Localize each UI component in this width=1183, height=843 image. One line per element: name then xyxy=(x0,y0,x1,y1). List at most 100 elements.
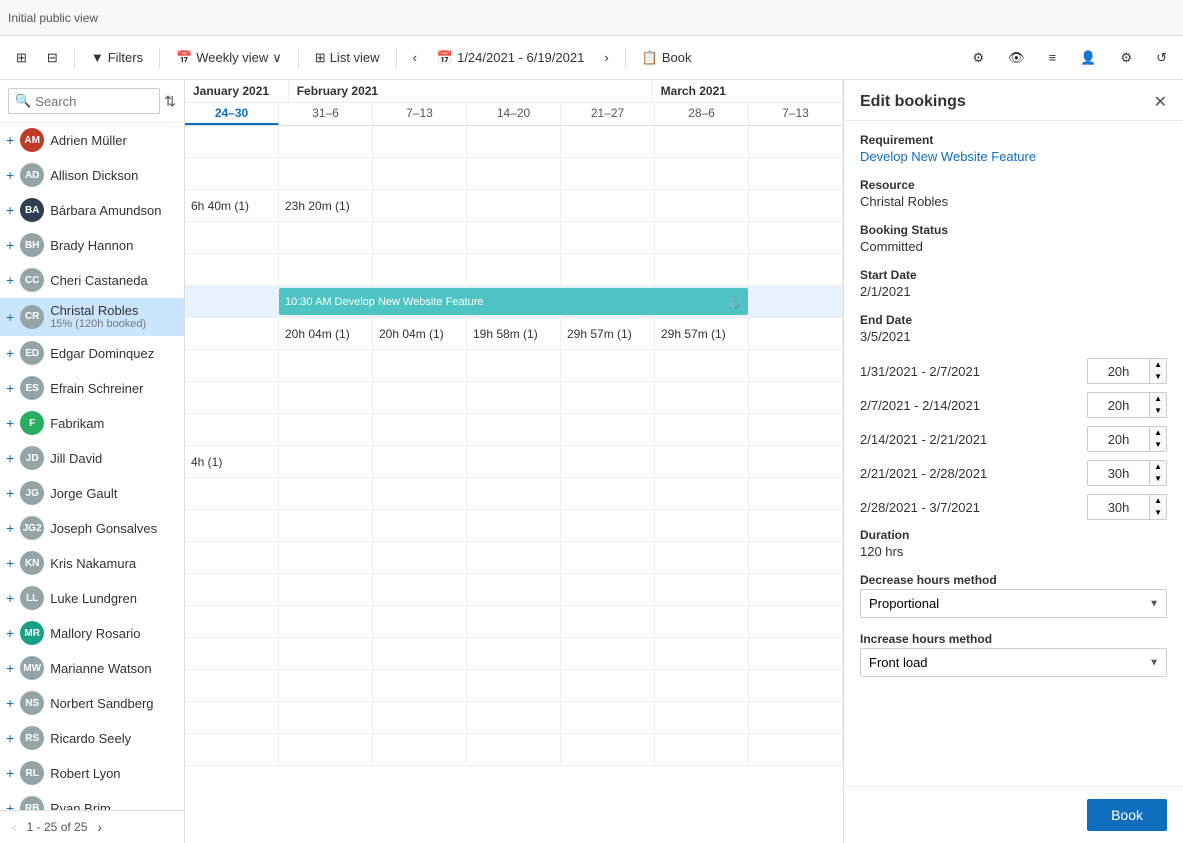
hours-spinner[interactable]: 20h▲▼ xyxy=(1087,392,1167,418)
expand-row-icon[interactable]: + xyxy=(6,765,14,781)
next-date-btn[interactable]: › xyxy=(596,46,616,69)
expand-row-icon[interactable]: + xyxy=(6,555,14,571)
resource-item[interactable]: +KNKris Nakamura xyxy=(0,546,184,581)
decrease-method-select[interactable]: Proportional Front load Back load xyxy=(860,589,1167,618)
expand-row-icon[interactable]: + xyxy=(6,132,14,148)
prev-date-btn[interactable]: ‹ xyxy=(405,46,425,69)
resource-item[interactable]: +RLRobert Lyon xyxy=(0,756,184,791)
expand-row-icon[interactable]: + xyxy=(6,237,14,253)
cal-cell xyxy=(749,382,843,413)
table-row: 20h 04m (1)20h 04m (1)19h 58m (1)29h 57m… xyxy=(185,318,843,350)
hours-spinner[interactable]: 30h▲▼ xyxy=(1087,460,1167,486)
cal-cell xyxy=(373,606,467,637)
expand-row-icon[interactable]: + xyxy=(6,415,14,431)
avatar: CR xyxy=(20,305,44,329)
increment-btn[interactable]: ▲ xyxy=(1150,427,1166,439)
person-btn[interactable]: 👤 xyxy=(1072,46,1104,70)
cal-cell xyxy=(279,222,373,253)
cal-cell xyxy=(279,382,373,413)
columns-btn[interactable]: ≡ xyxy=(1041,46,1065,69)
hours-spinner[interactable]: 20h▲▼ xyxy=(1087,426,1167,452)
cell-value: 4h (1) xyxy=(191,455,222,469)
view-settings-btn[interactable]: ⚙ xyxy=(964,46,992,70)
hours-spinner[interactable]: 20h▲▼ xyxy=(1087,358,1167,384)
decrement-btn[interactable]: ▼ xyxy=(1150,473,1166,485)
expand-row-icon[interactable]: + xyxy=(6,520,14,536)
next-page-btn[interactable]: › xyxy=(93,817,106,837)
decrement-btn[interactable]: ▼ xyxy=(1150,439,1166,451)
resource-item[interactable]: +BHBrady Hannon xyxy=(0,228,184,263)
expand-row-icon[interactable]: + xyxy=(6,202,14,218)
increment-btn[interactable]: ▲ xyxy=(1150,495,1166,507)
resource-item[interactable]: +JG2Joseph Gonsalves xyxy=(0,511,184,546)
book-btn[interactable]: Book xyxy=(1087,799,1167,831)
resource-item[interactable]: +NSNorbert Sandberg xyxy=(0,686,184,721)
book-toolbar-btn[interactable]: 📋 Book xyxy=(634,46,700,70)
resource-item[interactable]: +EDEdgar Dominquez xyxy=(0,336,184,371)
resource-item[interactable]: +MRMallory Rosario xyxy=(0,616,184,651)
prev-page-btn[interactable]: ‹ xyxy=(8,817,21,837)
cal-cell: 10:30 AM Develop New Website Feature⚓ xyxy=(279,286,373,317)
cal-cell xyxy=(749,574,843,605)
increase-method-select[interactable]: Front load Back load Proportional xyxy=(860,648,1167,677)
cal-cell xyxy=(561,446,655,477)
expand-row-icon[interactable]: + xyxy=(6,167,14,183)
expand-row-icon[interactable]: + xyxy=(6,450,14,466)
cal-weeks: 24–3031–67–1314–2021–2728–67–13 xyxy=(185,103,843,125)
increment-btn[interactable]: ▲ xyxy=(1150,393,1166,405)
expand-row-icon[interactable]: + xyxy=(6,730,14,746)
refresh-btn[interactable]: ↺ xyxy=(1148,46,1175,70)
requirement-value[interactable]: Develop New Website Feature xyxy=(860,149,1167,164)
hours-value: 20h xyxy=(1088,395,1149,416)
resource-item[interactable]: +CCCheri Castaneda xyxy=(0,263,184,298)
decrement-btn[interactable]: ▼ xyxy=(1150,371,1166,383)
increment-btn[interactable]: ▲ xyxy=(1150,461,1166,473)
hours-spinner[interactable]: 30h▲▼ xyxy=(1087,494,1167,520)
resource-item[interactable]: +RSRicardo Seely xyxy=(0,721,184,756)
resource-item[interactable]: +FFabrikam xyxy=(0,406,184,441)
close-btn[interactable]: ✕ xyxy=(1154,92,1167,112)
increment-btn[interactable]: ▲ xyxy=(1150,359,1166,371)
resource-item[interactable]: +JGJorge Gault xyxy=(0,476,184,511)
resource-item[interactable]: +RBRyan Brim xyxy=(0,791,184,810)
gear-btn[interactable]: ⚙ xyxy=(1112,46,1140,70)
cal-cell xyxy=(749,702,843,733)
expand-row-icon[interactable]: + xyxy=(6,345,14,361)
cal-cell xyxy=(467,606,561,637)
expand-row-icon[interactable]: + xyxy=(6,380,14,396)
expand-row-icon[interactable]: + xyxy=(6,485,14,501)
list-view-btn[interactable]: ⊞ List view xyxy=(307,46,388,70)
date-range-btn[interactable]: 📅 1/24/2021 - 6/19/2021 xyxy=(429,46,592,70)
booking-bar[interactable]: 10:30 AM Develop New Website Feature⚓ xyxy=(279,288,748,315)
collapse-panel-btn[interactable]: ⊞ xyxy=(8,46,35,70)
expand-row-icon[interactable]: + xyxy=(6,272,14,288)
expand-row-icon[interactable]: + xyxy=(6,590,14,606)
expand-row-icon[interactable]: + xyxy=(6,660,14,676)
resource-item[interactable]: +BABárbara Amundson xyxy=(0,193,184,228)
booking-status-field: Booking Status Committed xyxy=(860,223,1167,254)
expand-row-icon[interactable]: + xyxy=(6,695,14,711)
sort-icon[interactable]: ⇅ xyxy=(164,93,176,110)
resource-item[interactable]: +JDJill David xyxy=(0,441,184,476)
resource-item[interactable]: +AMAdrien Müller xyxy=(0,123,184,158)
expand-row-icon[interactable]: + xyxy=(6,309,14,325)
resource-item[interactable]: +ADAllison Dickson xyxy=(0,158,184,193)
eye-btn[interactable]: 👁 xyxy=(1000,46,1033,70)
decrement-btn[interactable]: ▼ xyxy=(1150,405,1166,417)
expand-row-icon[interactable]: + xyxy=(6,625,14,641)
resource-item[interactable]: +MWMarianne Watson xyxy=(0,651,184,686)
grid-icon: ⊞ xyxy=(315,50,326,66)
expand-row-icon[interactable]: + xyxy=(6,800,14,810)
weekly-view-btn[interactable]: 📅 Weekly view ∨ xyxy=(168,46,290,70)
cal-cell xyxy=(561,606,655,637)
resource-item[interactable]: +ESEfrain Schreiner xyxy=(0,371,184,406)
expand-panel-btn[interactable]: ⊟ xyxy=(39,46,66,70)
decrement-btn[interactable]: ▼ xyxy=(1150,507,1166,519)
cal-cell xyxy=(561,254,655,285)
resource-item[interactable]: +CRChristal Robles15% (120h booked) xyxy=(0,298,184,336)
search-box[interactable]: 🔍 xyxy=(8,88,160,114)
separator-3 xyxy=(298,48,299,68)
filter-btn[interactable]: ▼ Filters xyxy=(83,46,151,69)
search-input[interactable] xyxy=(35,94,153,109)
resource-item[interactable]: +LLLuke Lundgren xyxy=(0,581,184,616)
